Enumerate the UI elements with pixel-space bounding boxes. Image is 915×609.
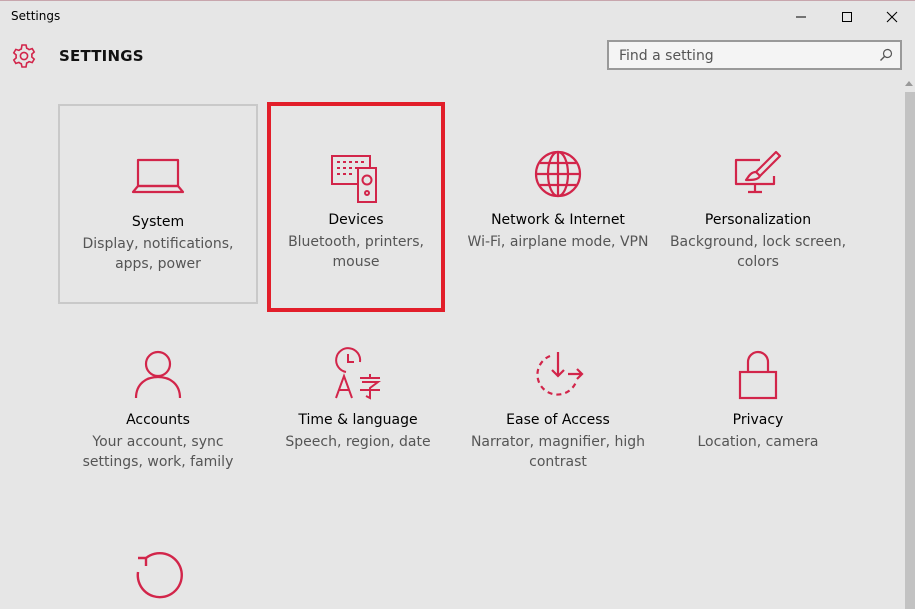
tile-description: Your account, sync settings, work, famil… (82, 434, 234, 470)
tile-personalization[interactable]: Personalization Background, lock screen,… (658, 104, 858, 304)
tile-description: Speech, region, date (285, 434, 431, 450)
devices-icon (331, 155, 377, 203)
tile-description: Background, lock screen, colors (669, 234, 847, 270)
paint-brush-icon (734, 150, 782, 194)
tile-system[interactable]: System Display, notifications, apps, pow… (58, 104, 258, 304)
scroll-up-arrow[interactable] (903, 76, 915, 90)
globe-icon (534, 150, 582, 198)
settings-header: SETTINGS (0, 32, 915, 82)
tile-title: Personalization (704, 212, 812, 228)
vertical-scrollbar[interactable] (903, 76, 915, 609)
tile-description: Display, notifications, apps, power (82, 236, 234, 272)
maximize-button[interactable] (824, 2, 870, 32)
gear-icon (12, 44, 36, 68)
tile-title: Time & language (298, 412, 418, 428)
update-icon (136, 551, 183, 599)
lock-icon (738, 350, 778, 400)
minimize-icon (796, 16, 806, 18)
tile-update-security[interactable] (58, 504, 258, 609)
title-bar[interactable]: Settings (0, 1, 915, 32)
tile-title: Accounts (126, 412, 190, 428)
tile-ease-of-access[interactable]: Ease of Access Narrator, magnifier, high… (458, 304, 658, 504)
search-box[interactable] (607, 40, 902, 70)
tile-title: System (131, 214, 185, 230)
page-title: SETTINGS (59, 47, 144, 65)
tile-description: Wi-Fi, airplane mode, VPN (467, 234, 649, 250)
maximize-icon (842, 12, 852, 22)
search-icon[interactable] (879, 48, 893, 62)
chevron-up-icon (905, 81, 913, 86)
tile-title: Ease of Access (506, 412, 610, 428)
tile-network-internet[interactable]: Network & Internet Wi-Fi, airplane mode,… (458, 104, 658, 304)
tile-title: Devices (328, 212, 384, 228)
scroll-thumb[interactable] (905, 92, 915, 609)
tile-description: Location, camera (697, 434, 819, 450)
tile-title: Privacy (732, 412, 784, 428)
tile-accounts[interactable]: Accounts Your account, sync settings, wo… (58, 304, 258, 504)
close-icon (886, 11, 898, 23)
tile-title: Network & Internet (491, 212, 625, 228)
window-title: Settings (11, 9, 61, 23)
tile-time-language[interactable]: Time & language Speech, region, date (258, 304, 458, 504)
tile-description: Narrator, magnifier, high contrast (470, 434, 646, 470)
minimize-button[interactable] (778, 2, 824, 32)
person-icon (134, 350, 182, 399)
tile-privacy[interactable]: Privacy Location, camera (658, 304, 858, 504)
settings-window: Settings SETTINGS Find a setting System … (0, 0, 915, 609)
clock-language-icon (335, 347, 381, 400)
search-input[interactable] (617, 45, 876, 67)
ease-of-access-icon (536, 352, 584, 396)
close-button[interactable] (869, 2, 915, 32)
laptop-icon (131, 158, 185, 194)
tile-description: Bluetooth, printers, mouse (288, 234, 424, 270)
tile-devices[interactable]: Devices Bluetooth, printers, mouse (267, 102, 445, 312)
